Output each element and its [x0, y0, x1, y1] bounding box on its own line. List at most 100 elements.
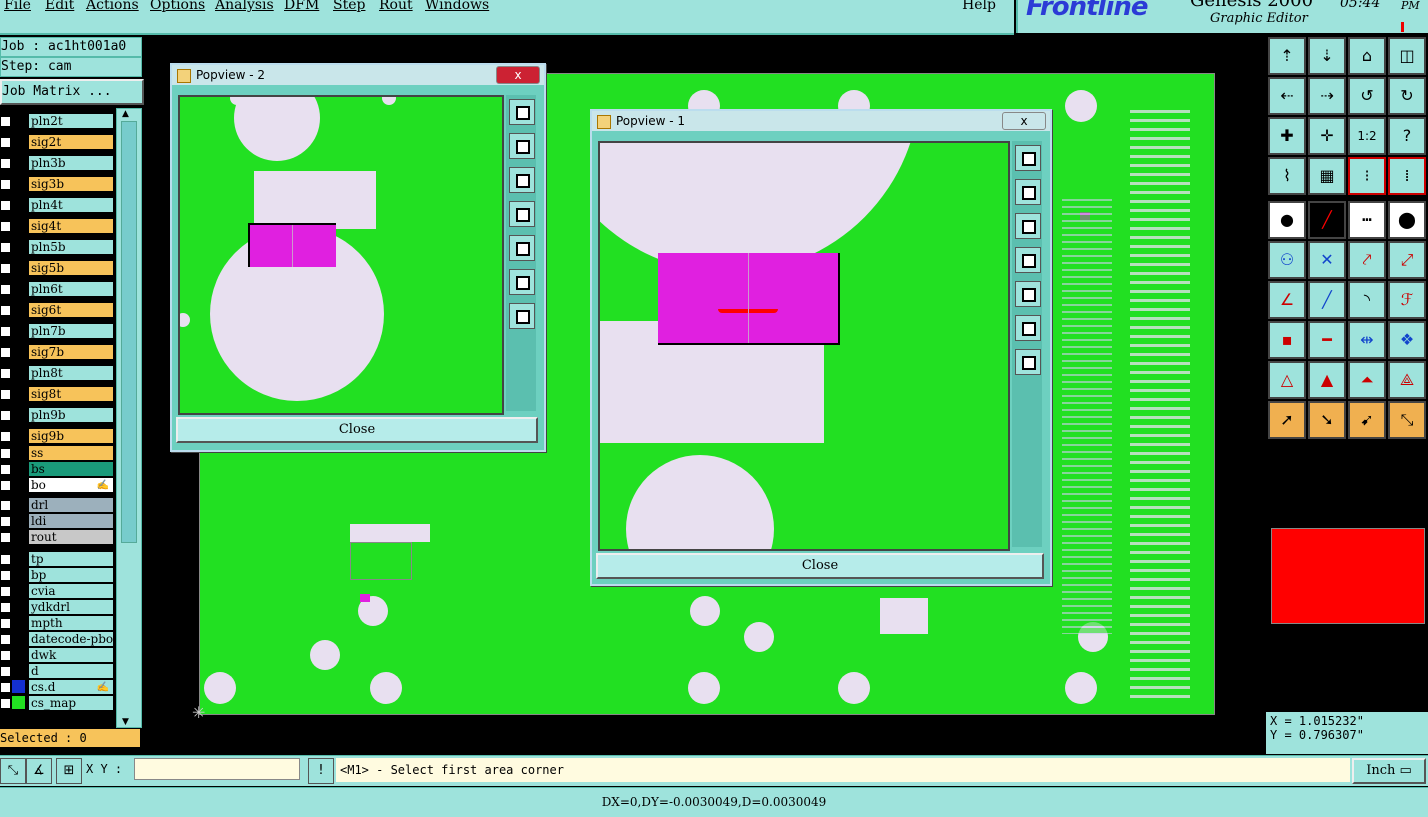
segment-icon[interactable]: ━	[1308, 321, 1346, 359]
popview-1-close-button[interactable]: Close	[596, 553, 1044, 579]
select-2-icon[interactable]: ➘	[1308, 401, 1346, 439]
layer-toggle-icon[interactable]: ⁝	[1348, 157, 1386, 195]
zoom-out-icon[interactable]: ✛	[1308, 117, 1346, 155]
layer-row-rout[interactable]: rout	[0, 529, 114, 545]
layer-name[interactable]: pln7b	[28, 323, 114, 339]
layer-checkbox[interactable]	[0, 200, 11, 211]
zoom-home-icon[interactable]	[1015, 145, 1041, 171]
layer-row-pln8t[interactable]: pln8t	[0, 365, 114, 381]
layer-name[interactable]: pln3b	[28, 155, 114, 171]
layer-name[interactable]: ydkdrl	[28, 599, 114, 615]
layer-row-cs.d[interactable]: cs.d ✍	[0, 679, 114, 695]
menu-help[interactable]: Help	[962, 0, 996, 13]
measure-icon[interactable]: ⌇	[1268, 157, 1306, 195]
layer-row-sig2t[interactable]: sig2t	[0, 134, 114, 150]
popview-2-titlebar[interactable]: Popview - 2 x	[172, 65, 544, 85]
layer-name[interactable]: cs.d ✍	[28, 679, 114, 695]
layer-row-cs_map[interactable]: cs_map	[0, 695, 114, 711]
popview-2-view[interactable]	[178, 95, 504, 415]
layer-row-pln7b[interactable]: pln7b	[0, 323, 114, 339]
layer-checkbox[interactable]	[0, 116, 11, 127]
route-icon[interactable]: ⤤	[1348, 241, 1386, 279]
layer-name[interactable]: sig4t	[28, 218, 114, 234]
pan-down-icon[interactable]	[1015, 213, 1041, 239]
layer-checkbox[interactable]	[0, 554, 11, 565]
popview-1-close-x[interactable]: x	[1002, 112, 1046, 130]
select-3-icon[interactable]: ➹	[1348, 401, 1386, 439]
layer-name[interactable]: sig6t	[28, 302, 114, 318]
job-matrix-button[interactable]: Job Matrix ...	[0, 79, 144, 105]
layer-name[interactable]: cvia	[28, 583, 114, 599]
layer-row-sig6t[interactable]: sig6t	[0, 302, 114, 318]
angle-icon[interactable]: ∠	[1268, 281, 1306, 319]
layer-checkbox[interactable]	[0, 263, 11, 274]
layer-checkbox[interactable]	[0, 448, 11, 459]
layer-name[interactable]: rout	[28, 529, 114, 545]
pad-move-icon[interactable]: ▪	[1268, 321, 1306, 359]
pan-right-icon[interactable]	[509, 235, 535, 261]
layer-row-sig5b[interactable]: sig5b	[0, 260, 114, 276]
layer-name[interactable]: pln9b	[28, 407, 114, 423]
zoom-out-icon[interactable]	[1015, 349, 1041, 375]
zoom-in-icon[interactable]: ✚	[1268, 117, 1306, 155]
layer-row-bs[interactable]: bs	[0, 461, 114, 477]
layer-checkbox[interactable]	[0, 347, 11, 358]
popview-1-titlebar[interactable]: Popview - 1 x	[592, 111, 1050, 131]
menu-actions[interactable]: Actions	[86, 0, 139, 13]
pan-down-icon[interactable]: ⇣	[1308, 37, 1346, 75]
layer-row-pln2t[interactable]: pln2t	[0, 113, 114, 129]
layer-row-drl[interactable]: drl	[0, 497, 114, 513]
select-icon[interactable]: ➚	[1268, 401, 1306, 439]
layer-name[interactable]: bs	[28, 461, 114, 477]
layer-name[interactable]: d	[28, 663, 114, 679]
layer-row-pln5b[interactable]: pln5b	[0, 239, 114, 255]
layer-checkbox[interactable]	[0, 682, 11, 693]
layer-checkbox[interactable]	[0, 464, 11, 475]
arc-icon[interactable]: ◝	[1348, 281, 1386, 319]
layer-row-ydkdrl[interactable]: ydkdrl	[0, 599, 114, 615]
pause-icon[interactable]	[1401, 17, 1410, 51]
zoom-in-icon[interactable]	[509, 269, 535, 295]
layer-checkbox[interactable]	[0, 410, 11, 421]
layer-row-pln4t[interactable]: pln4t	[0, 197, 114, 213]
layer-row-sig9b[interactable]: sig9b	[0, 428, 114, 444]
layer-checkbox[interactable]	[0, 666, 11, 677]
pan-up-icon[interactable]	[509, 133, 535, 159]
pan-up-icon[interactable]	[1015, 179, 1041, 205]
ruler-icon[interactable]: ┅	[1348, 201, 1386, 239]
layer-name[interactable]: sig7b	[28, 344, 114, 360]
layer-checkbox[interactable]	[0, 242, 11, 253]
layer-name[interactable]: ldi	[28, 513, 114, 529]
layer-name[interactable]: tp	[28, 551, 114, 567]
menu-options[interactable]: Options	[150, 0, 205, 13]
layer-row-bo[interactable]: bo ✍	[0, 477, 114, 493]
menu-step[interactable]: Step	[333, 0, 365, 13]
layer-checkbox[interactable]	[0, 602, 11, 613]
pan-left-icon[interactable]	[1015, 247, 1041, 273]
pan-left-icon[interactable]	[509, 201, 535, 227]
layer-name[interactable]: bp	[28, 567, 114, 583]
grid-icon[interactable]: ▦	[1308, 157, 1346, 195]
layer-row-ldi[interactable]: ldi	[0, 513, 114, 529]
layer-name[interactable]: sig9b	[28, 428, 114, 444]
zoom-home-icon[interactable]: ⇡	[1268, 37, 1306, 75]
layer-row-sig4t[interactable]: sig4t	[0, 218, 114, 234]
layer-checkbox[interactable]	[0, 698, 11, 709]
popview-1-view[interactable]	[598, 141, 1010, 551]
add-pad-icon[interactable]: ●	[1268, 201, 1306, 239]
layer-row-sig7b[interactable]: sig7b	[0, 344, 114, 360]
layer-name[interactable]: pln5b	[28, 239, 114, 255]
layer-row-bp[interactable]: bp	[0, 567, 114, 583]
layer-toggle-2-icon[interactable]: ⁞	[1388, 157, 1426, 195]
layer-row-mpth[interactable]: mpth	[0, 615, 114, 631]
mirror-icon[interactable]: ℱ	[1388, 281, 1426, 319]
split-view-icon[interactable]: ◫	[1388, 37, 1426, 75]
menu-file[interactable]: File	[4, 0, 31, 13]
layer-row-pln6t[interactable]: pln6t	[0, 281, 114, 297]
layer-name[interactable]: pln4t	[28, 197, 114, 213]
pan-right-icon[interactable]	[1015, 281, 1041, 307]
add-line-icon[interactable]: ╱	[1308, 201, 1346, 239]
menu-edit[interactable]: Edit	[45, 0, 74, 13]
layer-row-ss[interactable]: ss	[0, 445, 114, 461]
menu-windows[interactable]: Windows	[425, 0, 489, 13]
